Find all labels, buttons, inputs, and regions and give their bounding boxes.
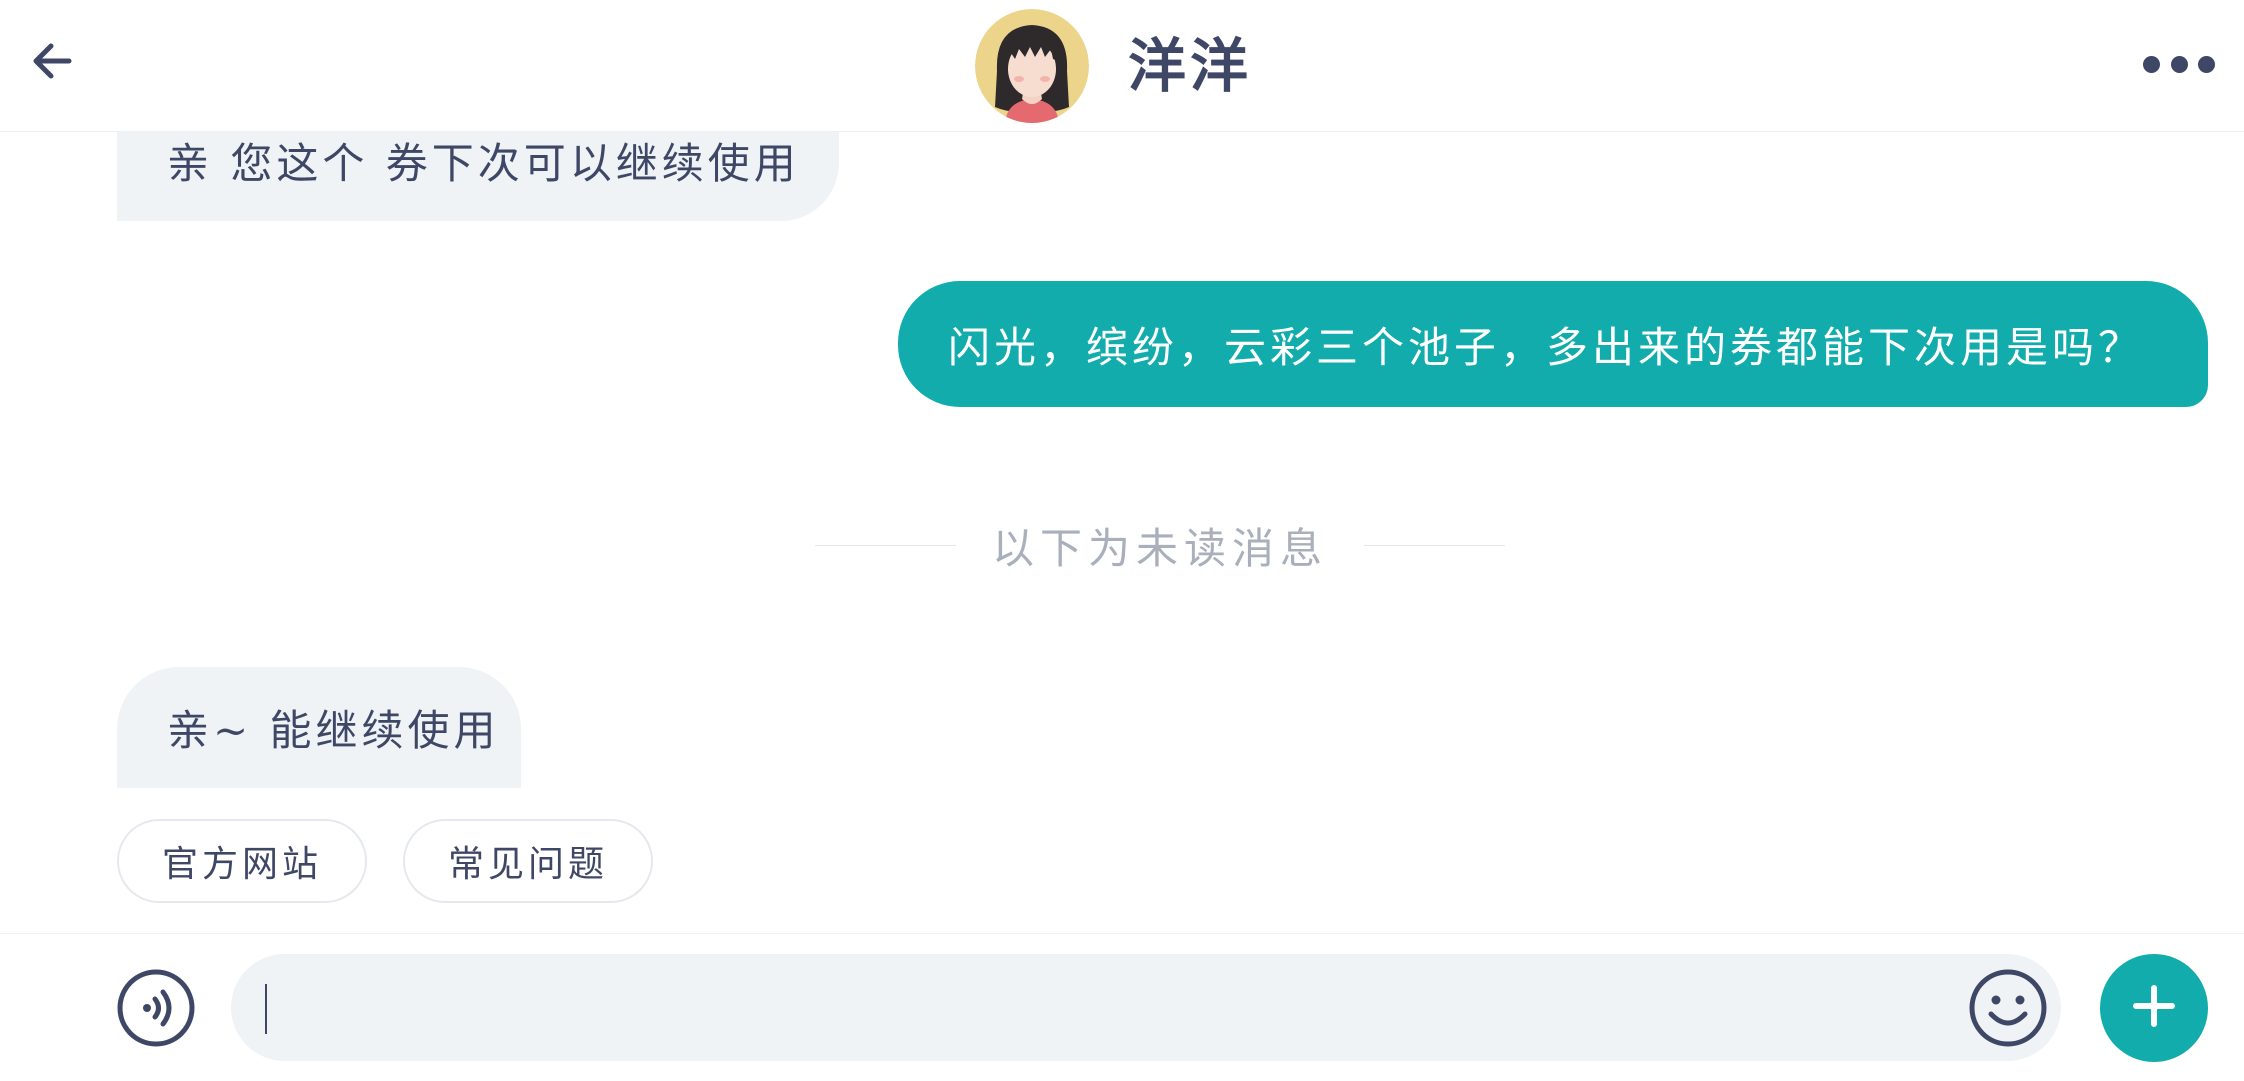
avatar[interactable] [975,9,1089,123]
contact-name: 洋洋 [1128,32,1253,100]
voice-icon [116,969,196,1052]
quick-reply-faq[interactable]: 常见问题 [403,819,653,903]
emoji-button[interactable] [1968,968,2048,1048]
chat-header: 洋洋 [0,0,2244,132]
message-outgoing[interactable]: 闪光，缤纷，云彩三个池子，多出来的券都能下次用是吗？ [898,281,2208,407]
unread-divider-text: 以下为未读消息 [992,523,1329,573]
message-text: 亲 您这个 券下次可以继续使用 [167,139,800,188]
message-text: 亲~ 能继续使用 [167,706,500,755]
divider-line [815,544,956,546]
divider-line [1364,544,1506,546]
arrow-left-icon [29,38,75,88]
plus-icon [2132,984,2176,1032]
more-options-button[interactable] [2143,44,2215,84]
plus-button[interactable] [2100,954,2208,1062]
quick-reply-official-site[interactable]: 官方网站 [117,819,367,903]
message-input[interactable] [231,954,2061,1061]
voice-button[interactable] [116,968,196,1048]
emoji-smile-icon [1968,969,2048,1052]
message-incoming[interactable]: 亲~ 能继续使用 [117,667,521,788]
unread-divider: 以下为未读消息 [815,512,1506,578]
input-bar [0,933,2244,1081]
more-dots-icon [2143,55,2160,73]
text-caret [265,984,267,1034]
message-text: 闪光，缤纷，云彩三个池子，多出来的券都能下次用是吗？ [948,322,2145,372]
back-button[interactable] [22,33,82,93]
